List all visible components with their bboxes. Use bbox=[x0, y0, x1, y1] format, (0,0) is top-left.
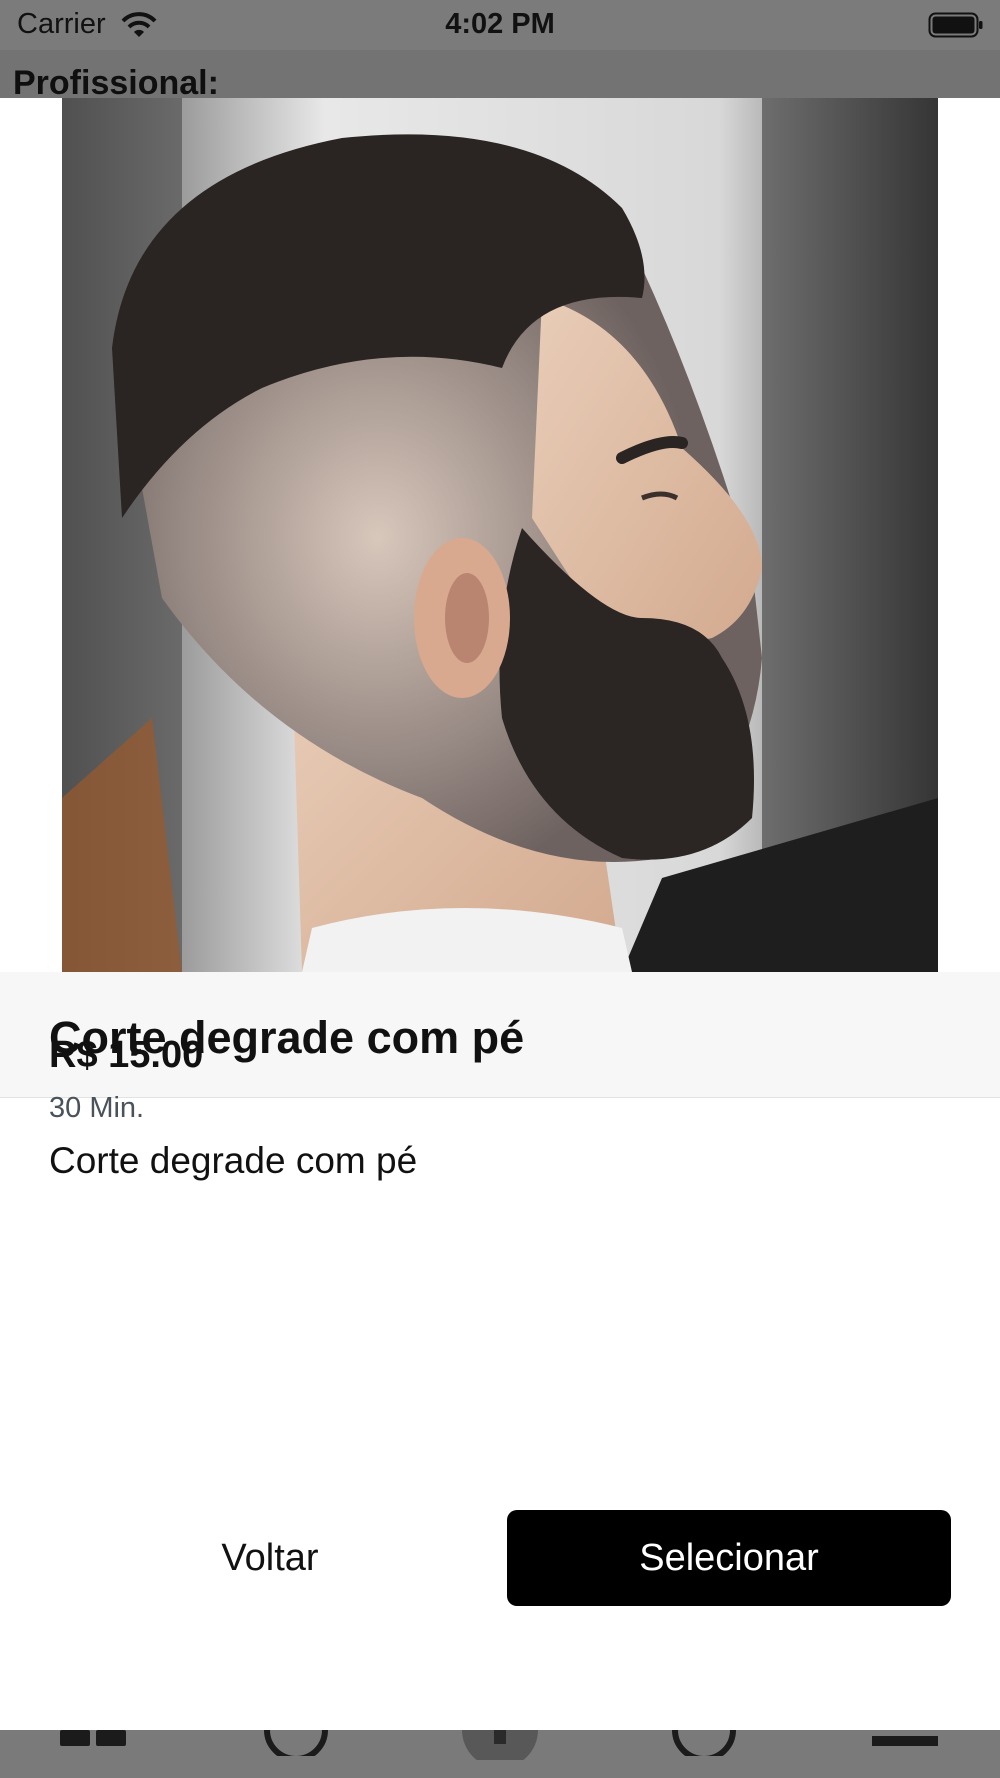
forward-circle-icon[interactable] bbox=[672, 1730, 736, 1762]
back-circle-icon[interactable] bbox=[264, 1730, 328, 1762]
service-duration: 30 Min. bbox=[49, 1092, 145, 1124]
back-button[interactable]: Voltar bbox=[87, 1510, 453, 1606]
menu-icon[interactable] bbox=[872, 1730, 938, 1755]
tab-bar bbox=[0, 1730, 1000, 1778]
haircut-photo bbox=[62, 98, 938, 972]
status-bar: Carrier 4:02 PM bbox=[0, 0, 1000, 50]
page-title: Profissional: bbox=[13, 64, 219, 98]
status-time: 4:02 PM bbox=[445, 8, 555, 40]
center-icon[interactable] bbox=[462, 1730, 538, 1768]
grid-icon[interactable] bbox=[60, 1730, 128, 1755]
battery-icon bbox=[928, 12, 984, 38]
page-header: Profissional: bbox=[0, 50, 1000, 98]
service-detail-modal: Corte degrade com pé bbox=[0, 98, 1000, 1730]
service-price: R$ 15.00 bbox=[49, 1034, 204, 1076]
select-button[interactable]: Selecionar bbox=[507, 1510, 951, 1606]
service-description: Corte degrade com pé bbox=[49, 1140, 418, 1181]
